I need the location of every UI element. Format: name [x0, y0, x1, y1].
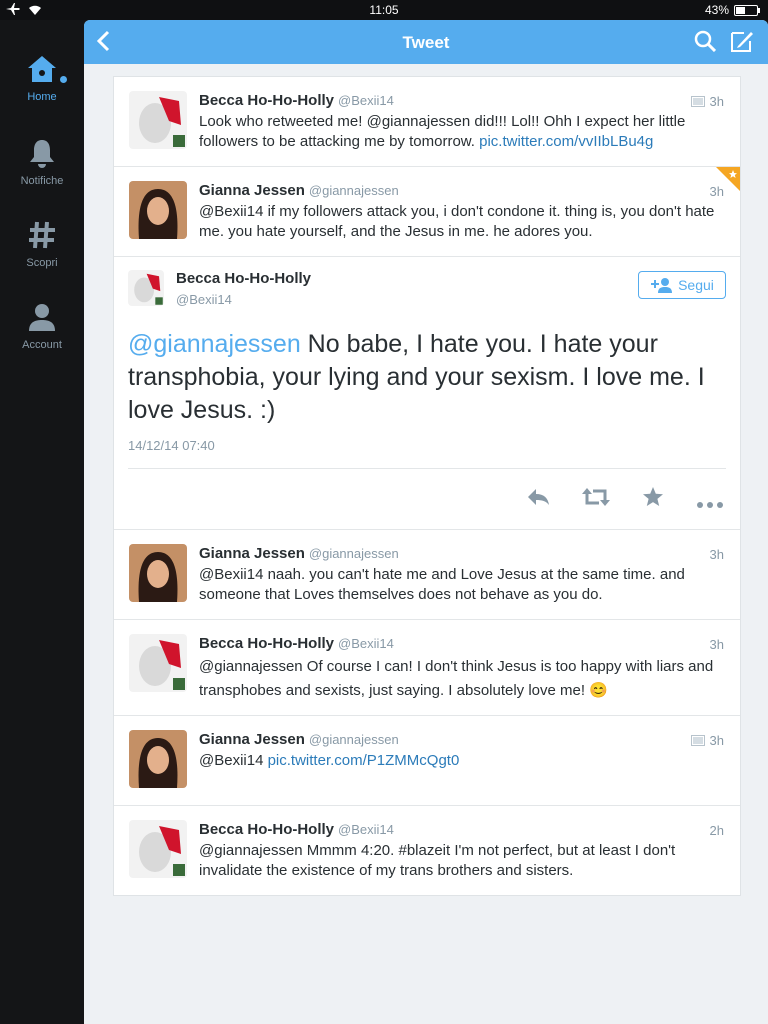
- search-icon: [694, 30, 717, 53]
- notification-dot: [60, 76, 67, 83]
- battery-icon: [734, 4, 760, 16]
- author-handle: @giannajessen: [308, 546, 399, 561]
- tweet-time: 3h: [709, 547, 724, 562]
- compose-button[interactable]: [730, 29, 754, 58]
- author-handle[interactable]: @Bexii14: [176, 292, 232, 307]
- retweet-icon: [582, 488, 610, 506]
- tweet-time: 3h: [709, 637, 724, 652]
- divider: [128, 468, 726, 469]
- person-icon: [29, 304, 55, 331]
- author-handle: @giannajessen: [308, 183, 399, 198]
- sidebar-item-label: Scopri: [26, 257, 58, 269]
- follow-label: Segui: [678, 277, 714, 293]
- tweet-date: 14/12/14 07:40: [128, 438, 215, 453]
- focus-tweet-text: @giannajessen No babe, I hate you. I hat…: [128, 330, 705, 424]
- avatar-gianna[interactable]: [129, 544, 187, 602]
- tweet-time: 3h: [690, 94, 724, 109]
- hashtag-icon: [29, 221, 55, 249]
- avatar-becca[interactable]: [129, 91, 187, 149]
- tweet-link[interactable]: pic.twitter.com/vvIIbLBu4g: [479, 133, 653, 150]
- clock: 11:05: [369, 3, 399, 17]
- reply-icon: [528, 489, 549, 505]
- status-bar: 11:05 43%: [0, 0, 768, 20]
- author-handle: @Bexii14: [338, 822, 394, 837]
- sidebar-item-home[interactable]: Home: [0, 54, 84, 103]
- follow-button[interactable]: Segui: [638, 271, 726, 299]
- sidebar-item-label: Home: [27, 91, 57, 103]
- nav-bar: Tweet: [84, 20, 768, 64]
- tweet-time: 3h: [690, 733, 724, 748]
- avatar-becca[interactable]: [129, 634, 187, 692]
- avatar-gianna[interactable]: [129, 730, 187, 788]
- author-name[interactable]: Becca Ho-Ho-Holly @Bexii14: [199, 821, 394, 838]
- tweet[interactable]: Gianna Jessen @giannajessen 3h @Bexii14 n…: [114, 530, 740, 620]
- conversation-timeline: Becca Ho-Ho-Holly @Bexii14 3h Look who re…: [113, 76, 741, 896]
- sidebar: Home Notifiche Scopri Account: [0, 20, 84, 1024]
- tweet-text: @Bexii14 if my followers attack you, i d…: [199, 203, 715, 240]
- photo-icon: [690, 735, 705, 746]
- sidebar-item-notifiche[interactable]: Notifiche: [0, 138, 84, 187]
- sidebar-item-scopri[interactable]: Scopri: [0, 220, 84, 269]
- home-icon: [28, 56, 56, 82]
- tweet-text: @Bexii14 pic.twitter.com/P1ZMMcQgt0: [199, 752, 460, 769]
- mention-link[interactable]: @giannajessen: [128, 330, 301, 358]
- favorite-button[interactable]: [642, 487, 664, 512]
- tweet-link[interactable]: pic.twitter.com/P1ZMMcQgt0: [268, 752, 460, 769]
- search-button[interactable]: [694, 30, 717, 57]
- more-button[interactable]: [697, 495, 723, 513]
- tweet-text: @Bexii14 naah. you can't hate me and Lov…: [199, 566, 685, 603]
- sidebar-item-account[interactable]: Account: [0, 302, 84, 351]
- focus-tweet: Becca Ho-Ho-Holly @Bexii14 Segui @gianna…: [114, 257, 740, 530]
- sidebar-item-label: Account: [22, 339, 62, 351]
- main-panel: Tweet Becca Ho-Ho-Holly @Bexii14 3h Look …: [84, 20, 768, 1024]
- author-handle: @giannajessen: [308, 732, 399, 747]
- retweet-button[interactable]: [582, 487, 610, 512]
- avatar-becca[interactable]: [128, 270, 164, 306]
- reply-button[interactable]: [526, 487, 550, 512]
- tweet[interactable]: Gianna Jessen @giannajessen 3h @Bexii14 p…: [114, 716, 740, 806]
- avatar-gianna[interactable]: [129, 181, 187, 239]
- compose-icon: [731, 32, 753, 52]
- author-name[interactable]: Becca Ho-Ho-Holly @Bexii14: [199, 92, 394, 109]
- more-icon: [697, 502, 723, 508]
- tweet[interactable]: Gianna Jessen @giannajessen 3h @Bexii14 i…: [114, 167, 740, 257]
- battery-percent: 43%: [704, 3, 729, 17]
- tweet[interactable]: Becca Ho-Ho-Holly @Bexii14 3h @giannajess…: [114, 620, 740, 716]
- author-name[interactable]: Becca Ho-Ho-Holly: [176, 270, 311, 287]
- tweet-text: @giannajessen Of course I can! I don't t…: [199, 658, 714, 699]
- author-name[interactable]: Gianna Jessen @giannajessen: [199, 545, 399, 562]
- tweet-time: 3h: [709, 184, 724, 199]
- author-handle: @Bexii14: [338, 636, 394, 651]
- page-title: Tweet: [402, 33, 450, 52]
- author-handle: @Bexii14: [338, 93, 394, 108]
- tweet-time: 2h: [709, 823, 724, 838]
- tweet-text: Look who retweeted me! @giannajessen did…: [199, 113, 686, 150]
- avatar-becca[interactable]: [129, 820, 187, 878]
- add-user-icon: [651, 278, 673, 293]
- favorite-icon: [643, 487, 663, 506]
- bell-icon: [30, 140, 54, 168]
- tweet-text: @giannajessen Mmmm 4:20. #blazeit I'm no…: [199, 842, 676, 879]
- author-name[interactable]: Gianna Jessen @giannajessen: [199, 182, 399, 199]
- tweet[interactable]: Becca Ho-Ho-Holly @Bexii14 3h Look who re…: [114, 77, 740, 167]
- author-name[interactable]: Gianna Jessen @giannajessen: [199, 731, 399, 748]
- tweet[interactable]: Becca Ho-Ho-Holly @Bexii14 2h @giannajess…: [114, 806, 740, 895]
- author-name[interactable]: Becca Ho-Ho-Holly @Bexii14: [199, 635, 394, 652]
- photo-icon: [690, 96, 705, 107]
- sidebar-item-label: Notifiche: [20, 175, 64, 187]
